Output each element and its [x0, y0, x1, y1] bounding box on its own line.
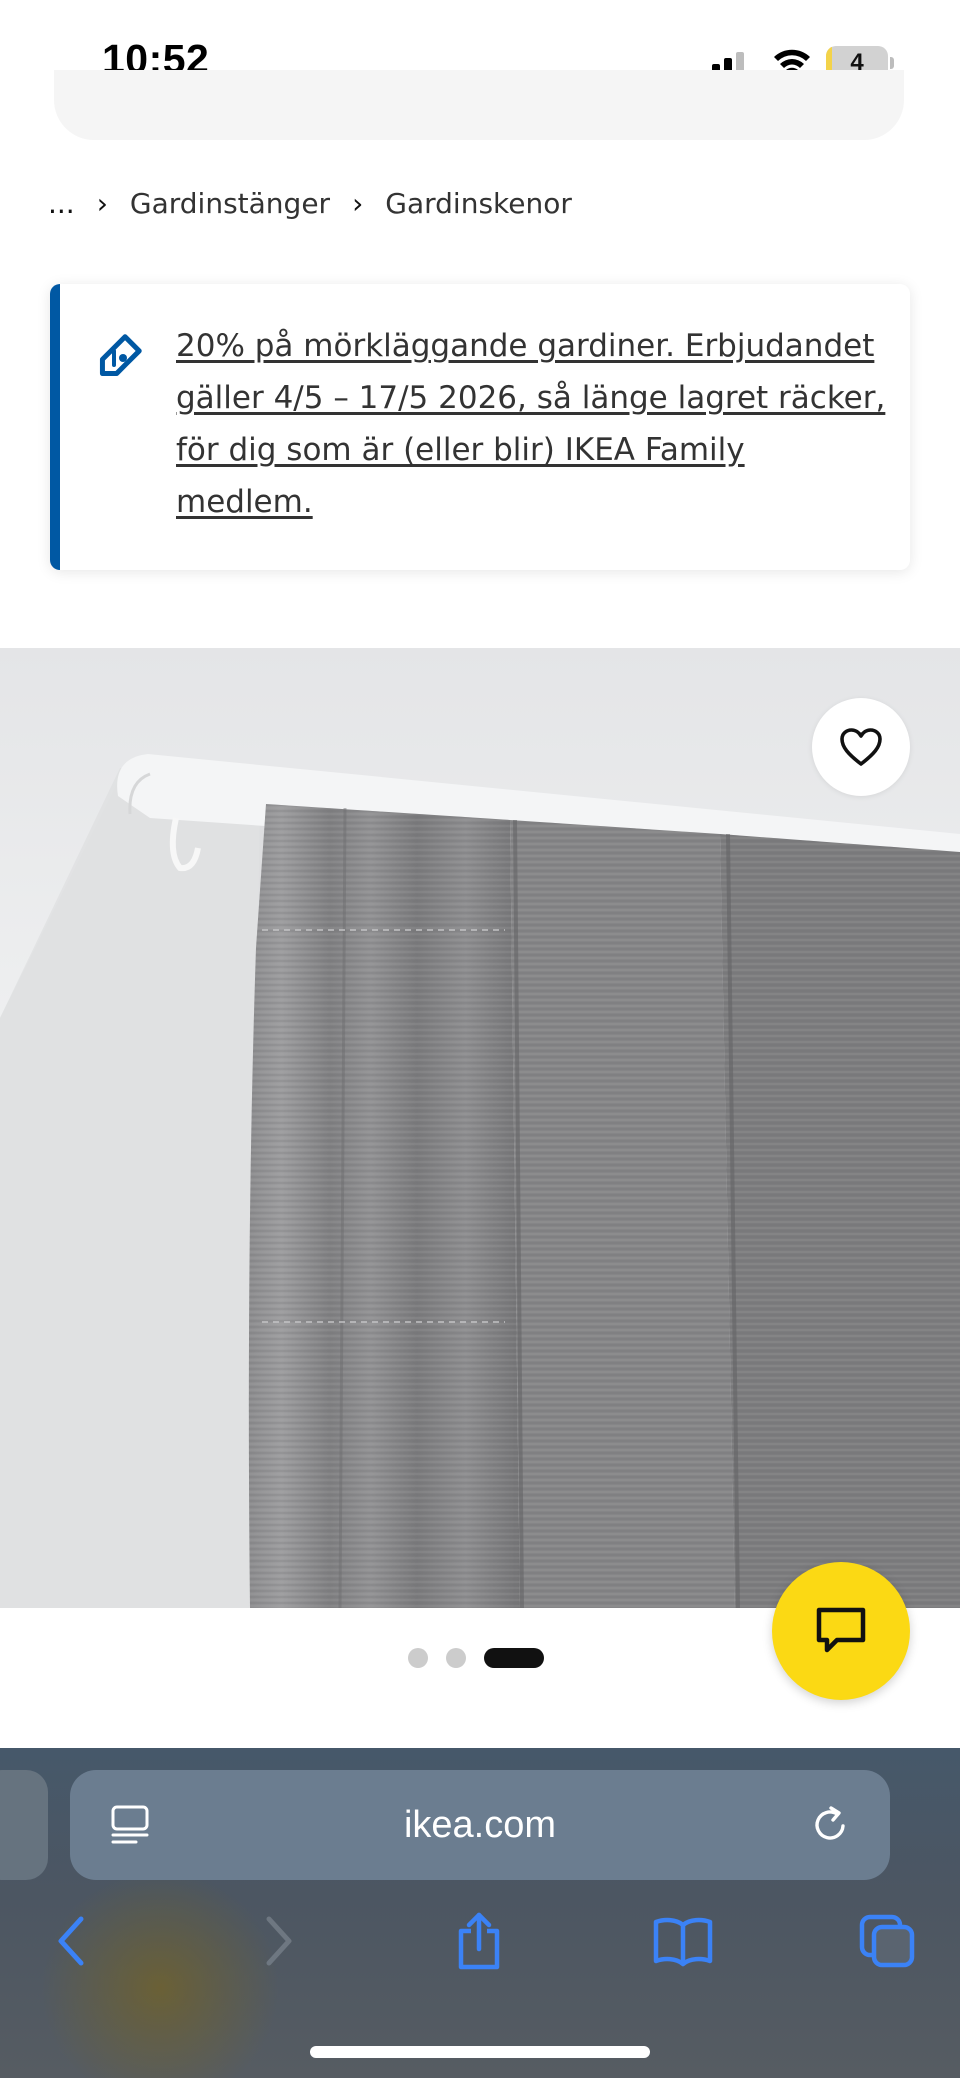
product-image[interactable] [0, 648, 960, 1608]
gallery-dot[interactable] [408, 1648, 428, 1668]
back-button[interactable] [38, 1908, 104, 1974]
share-icon [458, 1912, 500, 1970]
share-button[interactable] [446, 1908, 512, 1974]
search-bar-bottom-edge [54, 70, 904, 140]
tabs-button[interactable] [854, 1908, 920, 1974]
chevron-right-icon: › [352, 186, 364, 220]
price-tag-icon [99, 334, 142, 377]
breadcrumb-ellipsis[interactable]: ... [48, 187, 75, 220]
favourite-button[interactable] [812, 698, 910, 796]
promo-accent-bar [50, 284, 60, 570]
previous-tab-preview[interactable] [0, 1770, 48, 1880]
heart-icon [840, 728, 882, 766]
gallery-dot[interactable] [446, 1648, 466, 1668]
promo-text[interactable]: 20% på mörkläggande gardiner. Erbjudande… [176, 320, 886, 528]
breadcrumb: ... › Gardinstänger › Gardinskenor [48, 182, 572, 224]
promo-banner[interactable]: 20% på mörkläggande gardiner. Erbjudande… [50, 284, 910, 570]
breadcrumb-item-gardinstanger[interactable]: Gardinstänger [130, 187, 330, 220]
gallery-dot-active[interactable] [484, 1648, 544, 1668]
url-text[interactable]: ikea.com [70, 1770, 890, 1880]
forward-button[interactable] [246, 1908, 312, 1974]
tabs-icon [859, 1914, 915, 1968]
breadcrumb-item-gardinskenor[interactable]: Gardinskenor [385, 187, 572, 220]
back-arrow-icon [58, 1916, 84, 1966]
curtain-photo [0, 648, 960, 1608]
address-bar[interactable]: ikea.com [70, 1770, 890, 1880]
browser-chrome: ikea.com [0, 1748, 960, 2078]
reload-icon[interactable] [810, 1804, 852, 1846]
bookmarks-icon [653, 1917, 713, 1967]
bookmarks-button[interactable] [650, 1908, 716, 1974]
gallery-pagination [408, 1647, 544, 1669]
forward-arrow-icon [266, 1916, 292, 1966]
home-indicator [310, 2046, 650, 2058]
chat-bubble-icon [816, 1607, 866, 1653]
chat-button[interactable] [772, 1562, 910, 1700]
chevron-right-icon: › [96, 186, 108, 220]
